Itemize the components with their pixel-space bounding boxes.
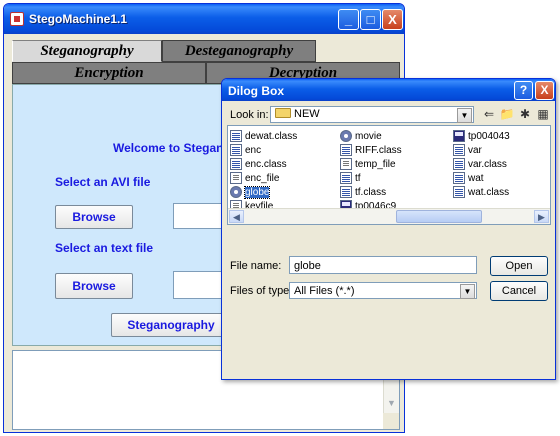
class-file-icon <box>230 158 242 170</box>
file-item[interactable]: enc <box>230 144 261 157</box>
class-file-icon <box>340 172 352 184</box>
help-button[interactable]: ? <box>514 81 533 100</box>
file-item-selected[interactable]: globe <box>230 186 271 199</box>
scroll-right-icon[interactable]: ▶ <box>534 210 549 223</box>
file-item[interactable]: dewat.class <box>230 130 297 143</box>
file-name-value: globe <box>294 260 321 272</box>
select-avi-label: Select an AVI file <box>55 175 151 189</box>
application-icon <box>453 130 465 142</box>
new-folder-icon[interactable]: ✱ <box>516 106 534 122</box>
minimize-button[interactable]: _ <box>338 9 359 30</box>
file-item[interactable]: movie <box>340 130 382 143</box>
chevron-down-icon[interactable]: ▼ <box>460 284 475 299</box>
main-title-bar[interactable]: StegoMachine1.1 _ □ X <box>4 4 404 34</box>
tab-desteganography[interactable]: Desteganography <box>162 40 316 62</box>
browse-text-button[interactable]: Browse <box>55 273 133 299</box>
file-item[interactable]: RIFF.class <box>340 144 402 157</box>
files-of-type-dropdown[interactable]: All Files (*.*) ▼ <box>289 282 477 299</box>
file-item[interactable]: tf <box>340 172 361 185</box>
file-item[interactable]: temp_file <box>340 158 396 171</box>
dialog-close-button[interactable]: X <box>535 81 554 100</box>
file-item[interactable]: wat <box>453 172 484 185</box>
browse-avi-button[interactable]: Browse <box>55 205 133 229</box>
class-file-icon <box>340 186 352 198</box>
up-folder-icon[interactable]: 📁 <box>498 106 516 122</box>
cancel-button[interactable]: Cancel <box>490 281 548 301</box>
media-icon <box>340 130 352 142</box>
look-in-dropdown[interactable]: NEW ▼ <box>270 106 474 123</box>
chevron-down-icon[interactable]: ▼ <box>457 108 472 123</box>
file-item[interactable]: enc_file <box>230 172 279 185</box>
file-item[interactable]: var.class <box>453 158 507 171</box>
class-file-icon <box>453 186 465 198</box>
open-button[interactable]: Open <box>490 256 548 276</box>
media-icon <box>230 186 242 198</box>
scrollbar-thumb[interactable] <box>396 210 482 223</box>
app-icon <box>10 12 24 26</box>
back-arrow-icon[interactable]: ⇐ <box>480 106 498 122</box>
scroll-corner <box>383 413 399 429</box>
steganography-button[interactable]: Steganography <box>111 313 231 337</box>
file-list[interactable]: dewat.class enc enc.class enc_file globe… <box>227 125 551 225</box>
class-file-icon <box>453 172 465 184</box>
file-item[interactable]: enc.class <box>230 158 287 171</box>
select-text-label: Select an text file <box>55 241 154 255</box>
tab-encryption[interactable]: Encryption <box>12 62 206 84</box>
class-file-icon <box>340 144 352 156</box>
class-file-icon <box>453 158 465 170</box>
look-in-value: NEW <box>294 108 320 120</box>
class-file-icon <box>230 144 242 156</box>
maximize-button[interactable]: □ <box>360 9 381 30</box>
horizontal-scrollbar[interactable]: ◀ ▶ <box>228 208 550 224</box>
class-file-icon <box>453 144 465 156</box>
folder-icon <box>275 108 291 118</box>
file-dialog: Dilog Box ? X Look in: NEW ▼ ⇐ 📁 ✱ ▦ dew… <box>221 78 556 380</box>
welcome-text: Welcome to Stegano <box>113 141 231 155</box>
file-item[interactable]: tp004043 <box>453 130 510 143</box>
files-of-type-value: All Files (*.*) <box>294 285 355 297</box>
class-file-icon <box>230 130 242 142</box>
document-icon <box>230 172 242 184</box>
scroll-left-icon[interactable]: ◀ <box>229 210 244 223</box>
view-menu-icon[interactable]: ▦ <box>534 106 552 122</box>
scroll-down-icon[interactable]: ▼ <box>384 396 399 411</box>
file-name-label: File name: <box>230 260 282 272</box>
dialog-title: Dilog Box <box>228 84 284 98</box>
file-item[interactable]: tf.class <box>340 186 386 199</box>
file-item[interactable]: wat.class <box>453 186 509 199</box>
document-icon <box>340 158 352 170</box>
files-of-type-label: Files of type: <box>230 285 293 297</box>
tab-steganography[interactable]: Steganography <box>12 40 162 62</box>
file-name-input[interactable]: globe <box>289 256 477 274</box>
window-title: StegoMachine1.1 <box>29 12 128 26</box>
look-in-label: Look in: <box>230 109 269 121</box>
file-item[interactable]: var <box>453 144 482 157</box>
dialog-title-bar[interactable]: Dilog Box ? X <box>222 79 555 101</box>
close-button[interactable]: X <box>382 9 403 30</box>
